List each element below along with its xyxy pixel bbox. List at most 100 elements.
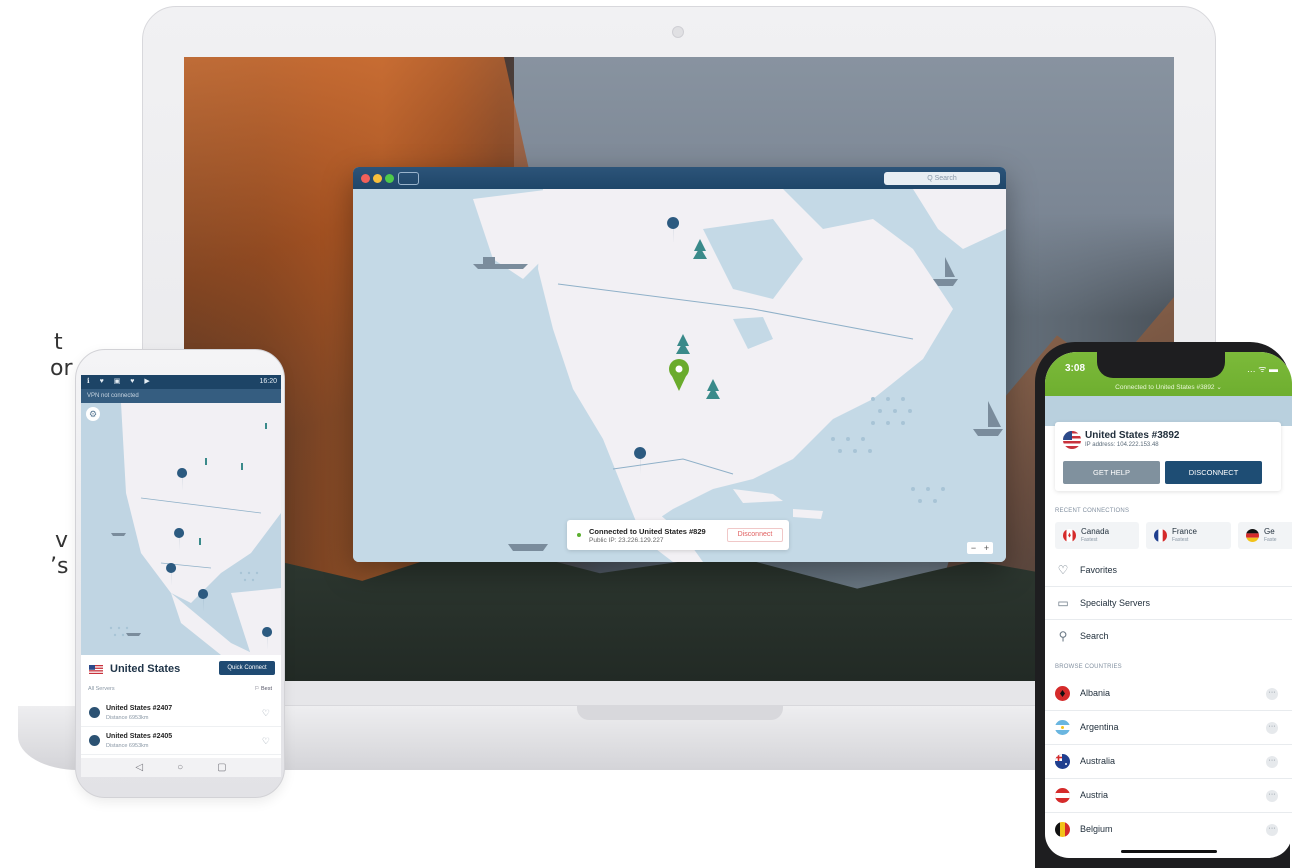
recent-connection-item[interactable]: Canada Fastest <box>1055 522 1139 549</box>
disconnect-button[interactable]: Disconnect <box>727 528 783 542</box>
close-window-button[interactable] <box>361 174 370 183</box>
home-indicator[interactable] <box>1121 850 1217 853</box>
android-navbar: ◁ ○ ▢ <box>81 758 281 777</box>
country-name: Argentina <box>1080 722 1119 732</box>
recent-connection-item[interactable]: France Fastest <box>1146 522 1231 549</box>
country-name: Austria <box>1080 790 1109 800</box>
menu-search[interactable]: ⚲ Search <box>1045 620 1292 653</box>
favorite-heart-icon[interactable]: ♡ <box>262 708 270 719</box>
austria-flag-icon <box>1055 788 1070 803</box>
us-flag-icon <box>89 665 103 674</box>
more-options-icon[interactable]: ··· <box>1266 756 1278 768</box>
back-icon[interactable]: ◁ <box>135 762 143 773</box>
notification-icons: ℹ ♥ ▣ ♥ ▶ <box>87 378 154 385</box>
albania-flag-icon <box>1055 686 1070 701</box>
recent-name: France <box>1172 527 1197 536</box>
mac-titlebar: Q Search <box>353 167 1006 189</box>
more-options-icon[interactable]: ··· <box>1266 688 1278 700</box>
more-options-icon[interactable]: ··· <box>1266 722 1278 734</box>
side-text-2: or <box>50 356 73 381</box>
zoom-out-button[interactable]: − <box>971 542 976 554</box>
recent-sub: Fastest <box>1172 537 1189 543</box>
status-time: 16:20 <box>259 378 277 385</box>
disconnect-button[interactable]: DISCONNECT <box>1165 461 1262 484</box>
search-input[interactable]: Q Search <box>884 172 1000 185</box>
connection-title: Connected to United States #829 <box>589 527 706 536</box>
android-screen: ℹ ♥ ▣ ♥ ▶ 16:20 VPN not connected ⚙ Unit… <box>81 375 281 777</box>
menu-label: Specialty Servers <box>1080 598 1151 608</box>
laptop-notch <box>577 706 783 720</box>
heart-icon: ♡ <box>1057 563 1069 577</box>
side-text-1: t <box>54 330 63 355</box>
recent-name: Ge <box>1264 527 1275 536</box>
country-row-australia[interactable]: Australia ··· <box>1045 745 1292 779</box>
canada-flag-icon <box>1063 529 1076 542</box>
gear-icon[interactable]: ⚙ <box>86 407 100 421</box>
country-row-austria[interactable]: Austria ··· <box>1045 779 1292 813</box>
folder-icon: ▭ <box>1057 596 1069 610</box>
android-server-panel: United States Quick Connect All Servers … <box>81 655 281 758</box>
search-icon: ⚲ <box>1058 629 1068 643</box>
country-row-argentina[interactable]: Argentina ··· <box>1045 711 1292 745</box>
recent-connection-item[interactable]: Ge Faste <box>1238 522 1292 549</box>
more-options-icon[interactable]: ··· <box>1266 824 1278 836</box>
country-row-albania[interactable]: Albania ··· <box>1045 677 1292 711</box>
server-badge-icon <box>89 735 100 746</box>
belgium-flag-icon <box>1055 822 1070 837</box>
country-title: United States <box>110 663 181 675</box>
zoom-control: − + <box>967 542 993 554</box>
marketing-composite: t or v ’s Q Search Connected to United S… <box>0 0 1292 868</box>
ip-address: IP address: 104.222.153.48 <box>1085 442 1159 448</box>
server-badge-icon <box>89 707 100 718</box>
server-distance: Distance 6953km <box>106 715 149 721</box>
mac-app-window: Q Search Connected to United States #829… <box>353 167 1006 562</box>
server-name: United States #2405 <box>106 733 173 740</box>
all-servers-label: All Servers <box>88 686 115 692</box>
connected-server-dropdown[interactable]: Connected to United States #3892 ⌄ <box>1045 383 1292 391</box>
sort-best-button[interactable]: ⚐ Best <box>255 686 272 692</box>
iphone-notch <box>1097 352 1225 378</box>
recent-name: Canada <box>1081 527 1110 536</box>
minimize-window-button[interactable] <box>373 174 382 183</box>
server-name: United States #2407 <box>106 705 173 712</box>
iphone-screen: 3:08 … ᯤ ▬ Connected to United States #3… <box>1045 352 1292 858</box>
zoom-in-button[interactable]: + <box>984 542 989 554</box>
browse-countries-label: BROWSE COUNTRIES <box>1055 664 1122 670</box>
country-name: Albania <box>1080 688 1111 698</box>
france-flag-icon <box>1154 529 1167 542</box>
server-row[interactable]: United States #2405 Distance 6953km ♡ <box>81 729 281 755</box>
zoom-window-button[interactable] <box>385 174 394 183</box>
recents-icon[interactable]: ▢ <box>217 762 226 773</box>
side-text-3: v <box>55 528 69 553</box>
favorite-heart-icon[interactable]: ♡ <box>262 736 270 747</box>
argentina-flag-icon <box>1055 720 1070 735</box>
us-flag-icon <box>1063 431 1081 449</box>
menu-label: Search <box>1080 631 1109 641</box>
menu-favorites[interactable]: ♡ Favorites <box>1045 554 1292 587</box>
laptop-camera <box>672 26 684 38</box>
ios-time: 3:08 <box>1065 363 1086 374</box>
home-icon[interactable]: ○ <box>177 762 183 773</box>
connection-card: United States #3892 IP address: 104.222.… <box>1055 422 1281 491</box>
vpn-status-bar: VPN not connected <box>81 389 281 403</box>
sidebar-toggle-icon[interactable] <box>398 172 419 185</box>
germany-flag-icon <box>1246 529 1259 542</box>
android-map[interactable] <box>81 403 281 655</box>
public-ip: Public IP: 23.226.129.227 <box>589 537 664 544</box>
recent-connections-label: RECENT CONNECTIONS <box>1055 508 1130 514</box>
menu-specialty-servers[interactable]: ▭ Specialty Servers <box>1045 587 1292 620</box>
country-row-belgium[interactable]: Belgium ··· <box>1045 813 1292 847</box>
server-row[interactable]: United States #2407 Distance 6953km ♡ <box>81 701 281 727</box>
connection-status-card: Connected to United States #829 Public I… <box>567 520 789 550</box>
connected-dot-icon <box>577 533 581 537</box>
australia-flag-icon <box>1055 754 1070 769</box>
get-help-button[interactable]: GET HELP <box>1063 461 1160 484</box>
menu-label: Favorites <box>1080 565 1118 575</box>
server-distance: Distance 6953km <box>106 743 149 749</box>
recent-sub: Fastest <box>1081 537 1098 543</box>
android-statusbar: ℹ ♥ ▣ ♥ ▶ 16:20 <box>81 375 281 389</box>
more-options-icon[interactable]: ··· <box>1266 790 1278 802</box>
quick-connect-button[interactable]: Quick Connect <box>219 661 275 675</box>
world-map[interactable] <box>353 189 1006 562</box>
country-name: Australia <box>1080 756 1116 766</box>
